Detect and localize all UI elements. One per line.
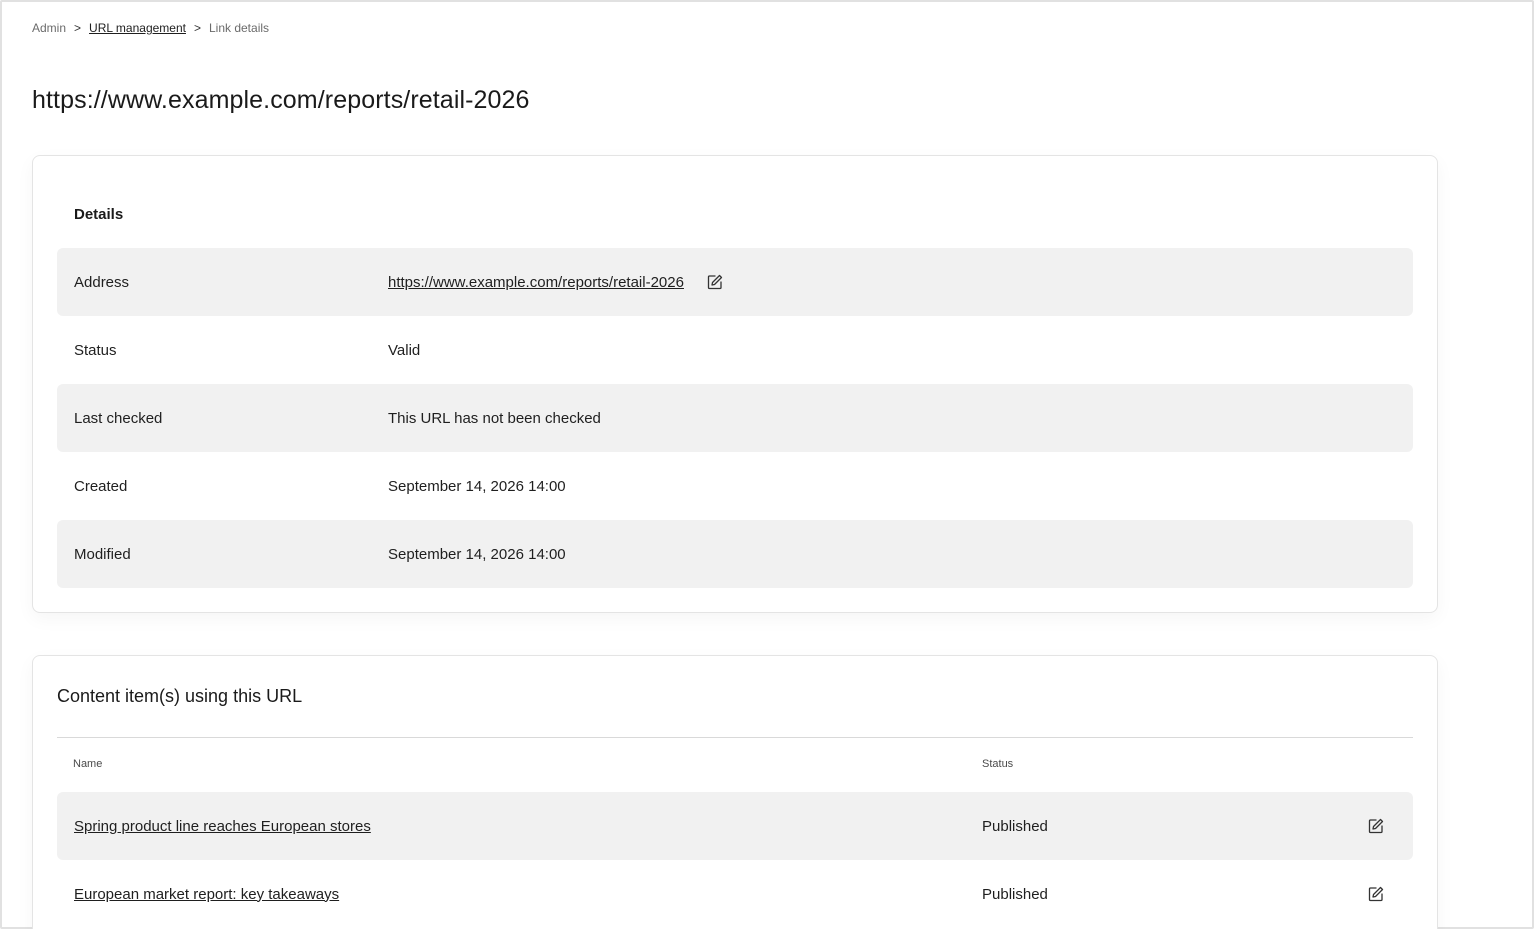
breadcrumb-admin[interactable]: Admin (32, 21, 66, 35)
status-value: Valid (388, 341, 421, 359)
content-item-link[interactable]: European market report: key takeaways (74, 886, 339, 903)
address-label: Address (74, 273, 130, 291)
column-header-name[interactable]: Name (73, 758, 102, 770)
table-row: European market report: key takeaways Pu… (57, 860, 1413, 928)
created-label: Created (74, 477, 128, 495)
content-items-heading: Content item(s) using this URL (57, 686, 303, 706)
breadcrumb-separator: > (193, 21, 201, 35)
column-header-status[interactable]: Status (982, 758, 1013, 770)
edit-content-item-icon[interactable] (1367, 817, 1385, 835)
details-row-last-checked: Last checked This URL has not been check… (57, 384, 1413, 452)
table-row: Spring product line reaches European sto… (57, 792, 1413, 860)
created-value: September 14, 2026 14:00 (388, 477, 566, 495)
details-row-modified: Modified September 14, 2026 14:00 (57, 520, 1413, 588)
edit-address-icon[interactable] (706, 273, 724, 291)
content-items-card: Content item(s) using this URL Name Stat… (32, 655, 1438, 929)
status-label: Status (74, 341, 117, 359)
content-item-status: Published (982, 817, 1048, 835)
content-item-link[interactable]: Spring product line reaches European sto… (74, 818, 371, 835)
last-checked-label: Last checked (74, 409, 163, 427)
breadcrumb-url-management-link[interactable]: URL management (89, 21, 186, 35)
address-value: https://www.example.com/reports/retail-2… (388, 273, 724, 291)
content-items-divider (57, 737, 1413, 738)
modified-label: Modified (74, 545, 131, 563)
edit-content-item-icon[interactable] (1367, 885, 1385, 903)
last-checked-value: This URL has not been checked (388, 409, 601, 427)
page-title: https://www.example.com/reports/retail-2… (32, 86, 530, 114)
breadcrumb-current: Link details (208, 21, 270, 35)
address-link[interactable]: https://www.example.com/reports/retail-2… (388, 274, 684, 291)
details-row-created: Created September 14, 2026 14:00 (57, 452, 1413, 520)
details-heading: Details (74, 206, 124, 223)
details-row-address: Address https://www.example.com/reports/… (57, 248, 1413, 316)
details-row-status: Status Valid (57, 316, 1413, 384)
breadcrumb: Admin > URL management > Link details (32, 21, 269, 35)
modified-value: September 14, 2026 14:00 (388, 545, 566, 563)
breadcrumb-separator: > (74, 21, 82, 35)
details-card: Details Address https://www.example.com/… (32, 155, 1438, 613)
content-item-status: Published (982, 885, 1048, 903)
